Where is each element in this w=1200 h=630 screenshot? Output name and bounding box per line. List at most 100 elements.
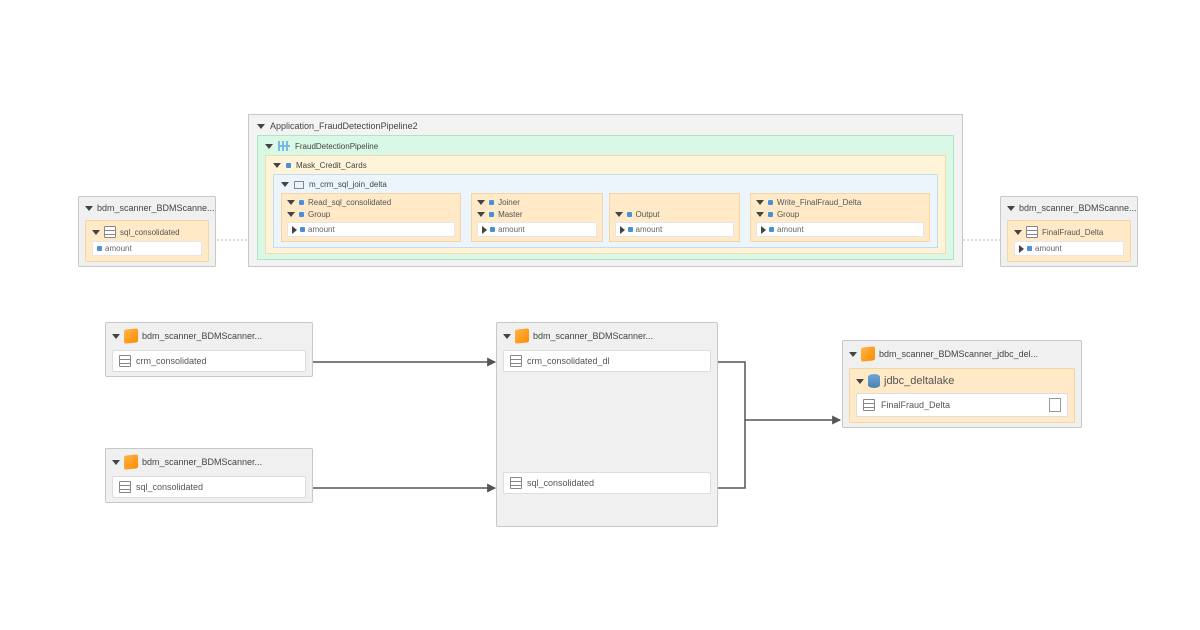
table-item[interactable]: FinalFraud_Delta <box>856 393 1068 417</box>
field-label: amount <box>105 244 132 253</box>
expand-icon[interactable] <box>756 200 764 205</box>
expand-icon[interactable] <box>477 200 485 205</box>
field-icon <box>1027 246 1032 251</box>
expand-icon[interactable] <box>112 460 120 465</box>
app-header: Application_FraudDetectionPipeline2 <box>257 121 954 131</box>
table-item[interactable]: sql_consolidated <box>112 476 306 498</box>
port-icon <box>620 226 625 234</box>
field-row[interactable]: amount <box>615 222 734 237</box>
mask-title: Mask_Credit_Cards <box>296 161 367 170</box>
item-header: FinalFraud_Delta <box>1014 226 1124 241</box>
group-icon <box>489 212 494 217</box>
read-title: Read_sql_consolidated <box>308 198 391 207</box>
group-icon <box>299 212 304 217</box>
field-row[interactable]: amount <box>756 222 924 237</box>
field-row[interactable]: amount <box>287 222 455 237</box>
pipeline-icon <box>278 141 290 151</box>
expand-icon[interactable] <box>273 163 281 168</box>
joiner-node[interactable]: Joiner Master amount <box>471 193 740 242</box>
expand-icon[interactable] <box>756 212 764 217</box>
field-label: amount <box>498 225 525 234</box>
table-item[interactable]: sql_consolidated <box>503 472 711 494</box>
pipeline-title: FraudDetectionPipeline <box>295 142 378 151</box>
expand-icon[interactable] <box>503 334 511 339</box>
write-title: Write_FinalFraud_Delta <box>777 198 861 207</box>
table-icon <box>863 399 875 411</box>
resource-icon <box>515 329 529 343</box>
node-header: bdm_scanner_BDMScanner_jdbc_del... <box>849 345 1075 366</box>
expand-icon[interactable] <box>287 212 295 217</box>
join-header: m_crm_sql_join_delta <box>281 180 930 189</box>
expand-icon[interactable] <box>265 144 273 149</box>
expand-icon[interactable] <box>615 212 623 217</box>
node-title: bdm_scanner_BDMScanner... <box>142 331 262 341</box>
join-container[interactable]: m_crm_sql_join_delta Read_sql_consolidat… <box>273 174 938 248</box>
application-container[interactable]: Application_FraudDetectionPipeline2 Frau… <box>248 114 963 267</box>
node-header: bdm_scanner_BDMScanner... <box>503 327 711 348</box>
item-label: sql_consolidated <box>527 478 594 488</box>
bottom-node-1[interactable]: bdm_scanner_BDMScanner... crm_consolidat… <box>105 322 313 377</box>
write-header: Write_FinalFraud_Delta <box>756 198 924 210</box>
group-label: Group <box>308 210 330 219</box>
expand-icon[interactable] <box>1014 230 1022 235</box>
expand-icon[interactable] <box>257 124 265 129</box>
field-row[interactable]: amount <box>92 241 202 256</box>
write-node[interactable]: Write_FinalFraud_Delta Group amount <box>750 193 930 242</box>
field-icon <box>300 227 305 232</box>
bottom-node-3[interactable]: bdm_scanner_BDMScanner... crm_consolidat… <box>496 322 718 527</box>
item-label: crm_consolidated_dl <box>527 356 610 366</box>
task-icon <box>286 163 291 168</box>
transform-icon <box>768 200 773 205</box>
master-header: Master <box>477 210 596 222</box>
field-label: amount <box>636 225 663 234</box>
table-item[interactable]: crm_consolidated_dl <box>503 350 711 372</box>
bottom-node-2[interactable]: bdm_scanner_BDMScanner... sql_consolidat… <box>105 448 313 503</box>
transform-icon <box>299 200 304 205</box>
table-item[interactable]: crm_consolidated <box>112 350 306 372</box>
pipeline-container[interactable]: FraudDetectionPipeline Mask_Credit_Cards… <box>257 135 954 260</box>
scanner-node-right[interactable]: bdm_scanner_BDMScanne... FinalFraud_Delt… <box>1000 196 1138 267</box>
node-header: bdm_scanner_BDMScanner... <box>112 453 306 474</box>
bottom-node-4[interactable]: bdm_scanner_BDMScanner_jdbc_del... jdbc_… <box>842 340 1082 428</box>
read-node[interactable]: Read_sql_consolidated Group amount <box>281 193 461 242</box>
expand-icon[interactable] <box>1007 206 1015 211</box>
scanner-node-left[interactable]: bdm_scanner_BDMScanne... sql_consolidate… <box>78 196 216 267</box>
copy-icon[interactable] <box>1049 398 1061 412</box>
group-header: Group <box>287 210 455 222</box>
field-icon <box>490 227 495 232</box>
expand-icon[interactable] <box>85 206 93 211</box>
table-icon <box>119 355 131 367</box>
join-title: m_crm_sql_join_delta <box>309 180 387 189</box>
mask-container[interactable]: Mask_Credit_Cards m_crm_sql_join_delta <box>265 155 946 254</box>
transform-icon <box>489 200 494 205</box>
connector-lines <box>0 0 1200 630</box>
node-title: bdm_scanner_BDMScanner_jdbc_del... <box>879 349 1038 359</box>
field-row[interactable]: amount <box>477 222 596 237</box>
output-label: Output <box>636 210 660 219</box>
expand-icon[interactable] <box>477 212 485 217</box>
expand-icon[interactable] <box>849 352 857 357</box>
expand-icon[interactable] <box>287 200 295 205</box>
expand-icon[interactable] <box>92 230 100 235</box>
expand-icon[interactable] <box>856 379 864 384</box>
item-label: FinalFraud_Delta <box>881 400 950 410</box>
group-label: Group <box>777 210 799 219</box>
mask-header: Mask_Credit_Cards <box>273 161 938 170</box>
group-header: Group <box>756 210 924 222</box>
field-icon <box>628 227 633 232</box>
field-row[interactable]: amount <box>1014 241 1124 256</box>
expand-icon[interactable] <box>281 182 289 187</box>
expand-icon[interactable] <box>112 334 120 339</box>
app-title: Application_FraudDetectionPipeline2 <box>270 121 418 131</box>
read-header: Read_sql_consolidated <box>287 198 455 210</box>
db-container: jdbc_deltalake FinalFraud_Delta <box>849 368 1075 423</box>
transform-row: Read_sql_consolidated Group amount <box>281 193 930 242</box>
resource-icon <box>124 329 138 343</box>
master-label: Master <box>498 210 522 219</box>
resource-icon <box>124 455 138 469</box>
port-icon <box>482 226 487 234</box>
node-body: FinalFraud_Delta amount <box>1007 220 1131 262</box>
node-body: sql_consolidated amount <box>85 220 209 262</box>
diagram-canvas: bdm_scanner_BDMScanne... sql_consolidate… <box>0 0 1200 630</box>
table-icon <box>119 481 131 493</box>
